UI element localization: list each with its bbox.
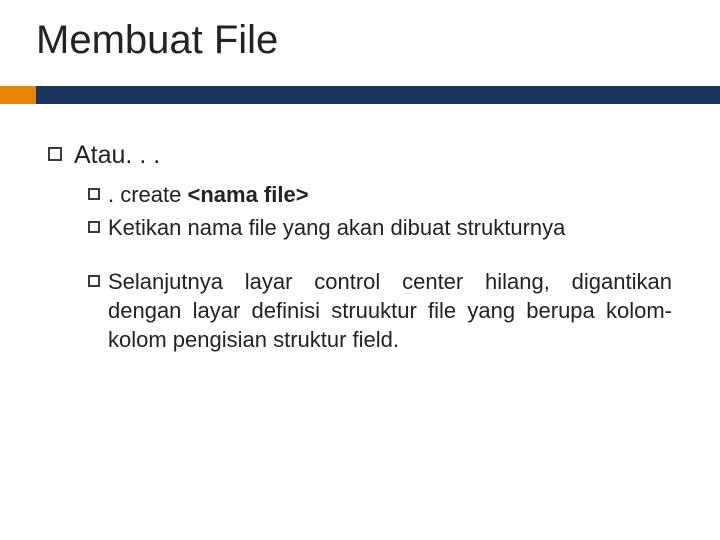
bullet-text: Ketikan nama file yang akan dibuat struk…: [108, 214, 565, 243]
text-rest: nama file yang akan dibuat strukturnya: [188, 215, 566, 240]
bullet-level1: Atau. . .: [48, 140, 672, 171]
title-divider: [0, 86, 720, 104]
square-bullet-icon: [88, 188, 100, 200]
square-bullet-icon: [48, 147, 62, 161]
divider-main: [36, 86, 720, 104]
bullet-level2: . create <nama file>: [88, 181, 672, 210]
bullet-text: Atau. . .: [74, 140, 160, 171]
square-bullet-icon: [88, 275, 100, 287]
text-segment: . create: [108, 182, 187, 207]
bullet-level2: Ketikan nama file yang akan dibuat struk…: [88, 214, 672, 243]
text-lead: Ketikan: [108, 215, 188, 240]
bullet-text: . create <nama file>: [108, 181, 309, 210]
text-lead: Selanjutnya: [108, 269, 245, 294]
slide-body: Atau. . . . create <nama file> Ketikan n…: [48, 140, 672, 358]
sub-bullet-group: . create <nama file> Ketikan nama file y…: [88, 181, 672, 354]
bullet-level2: Selanjutnya layar control center hilang,…: [88, 268, 672, 354]
slide-title: Membuat File: [36, 18, 278, 63]
slide: { "title": "Membuat File", "body": { "it…: [0, 0, 720, 540]
square-bullet-icon: [88, 221, 100, 233]
bold-text: <nama file>: [187, 182, 308, 207]
divider-accent: [0, 86, 36, 104]
bullet-text: Selanjutnya layar control center hilang,…: [108, 268, 672, 354]
